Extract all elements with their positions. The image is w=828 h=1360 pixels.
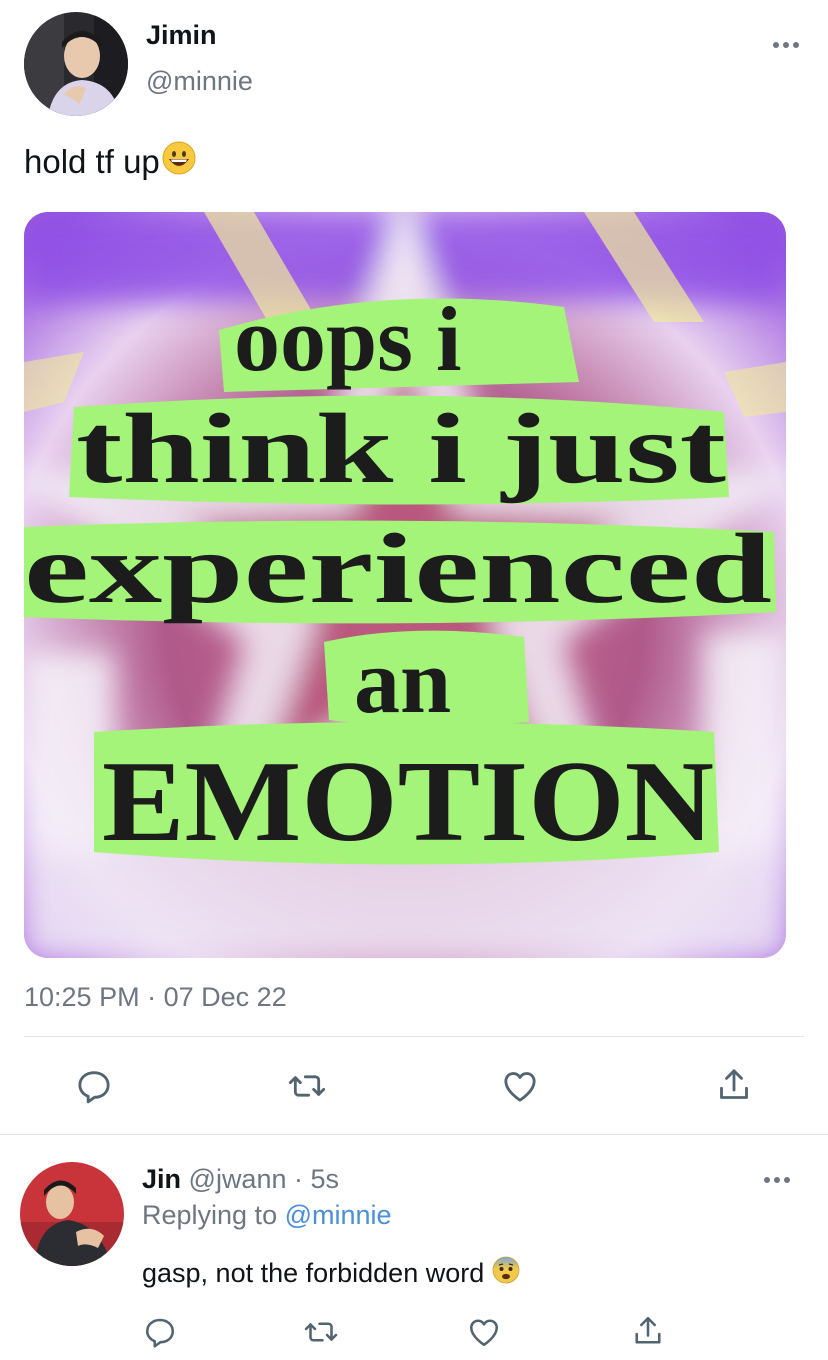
- tweet-text-content: hold tf up: [24, 143, 160, 180]
- reply-header: Jin @jwann · 5s: [142, 1164, 339, 1195]
- reply-like-icon[interactable]: [466, 1314, 502, 1350]
- meme-line-4: an: [354, 630, 451, 732]
- tweet-media-image[interactable]: oops i think i just experienced an EMOTI…: [24, 212, 786, 958]
- reply-reply-icon[interactable]: [142, 1314, 178, 1350]
- reply-text: gasp, not the forbidden word: [142, 1256, 520, 1291]
- reply-author-name[interactable]: Jin: [142, 1164, 181, 1194]
- grinning-face-icon: [162, 141, 196, 183]
- share-icon[interactable]: [714, 1064, 754, 1106]
- meme-line-2: think i just: [76, 393, 726, 504]
- retweet-icon[interactable]: [286, 1066, 328, 1106]
- divider: [0, 1134, 828, 1135]
- meme-line-1: oops i: [234, 288, 462, 390]
- replying-to-prefix: Replying to: [142, 1200, 278, 1230]
- replying-to: Replying to @minnie: [142, 1200, 392, 1231]
- reply-more-options-icon[interactable]: [764, 1177, 790, 1183]
- tweet-time: 10:25 PM: [24, 982, 140, 1012]
- reply-share-icon[interactable]: [630, 1312, 666, 1350]
- meme-line-3: experienced: [24, 513, 772, 624]
- tweet-timestamp[interactable]: 10:25 PM · 07 Dec 22: [24, 982, 287, 1013]
- avatar[interactable]: [24, 12, 128, 116]
- tweet-text: hold tf up: [24, 141, 196, 183]
- meme-line-5: EMOTION: [102, 738, 714, 866]
- author-handle[interactable]: @minnie: [146, 66, 253, 97]
- reply-retweet-icon[interactable]: [302, 1314, 340, 1350]
- more-options-icon[interactable]: [773, 42, 799, 48]
- timestamp-separator: ·: [147, 982, 157, 1012]
- fearful-face-icon: [492, 1256, 520, 1291]
- like-icon[interactable]: [500, 1066, 540, 1106]
- reply-age[interactable]: 5s: [311, 1164, 340, 1194]
- reply-icon[interactable]: [74, 1066, 114, 1106]
- author-name[interactable]: Jimin: [146, 20, 217, 51]
- reply-author-handle[interactable]: @jwann: [189, 1164, 287, 1194]
- reply-avatar[interactable]: [20, 1162, 124, 1266]
- divider: [24, 1036, 804, 1037]
- tweet-date: 07 Dec 22: [163, 982, 287, 1012]
- reply-text-content: gasp, not the forbidden word: [142, 1258, 485, 1288]
- reply-separator: ·: [294, 1164, 304, 1194]
- replying-to-link[interactable]: @minnie: [285, 1200, 392, 1230]
